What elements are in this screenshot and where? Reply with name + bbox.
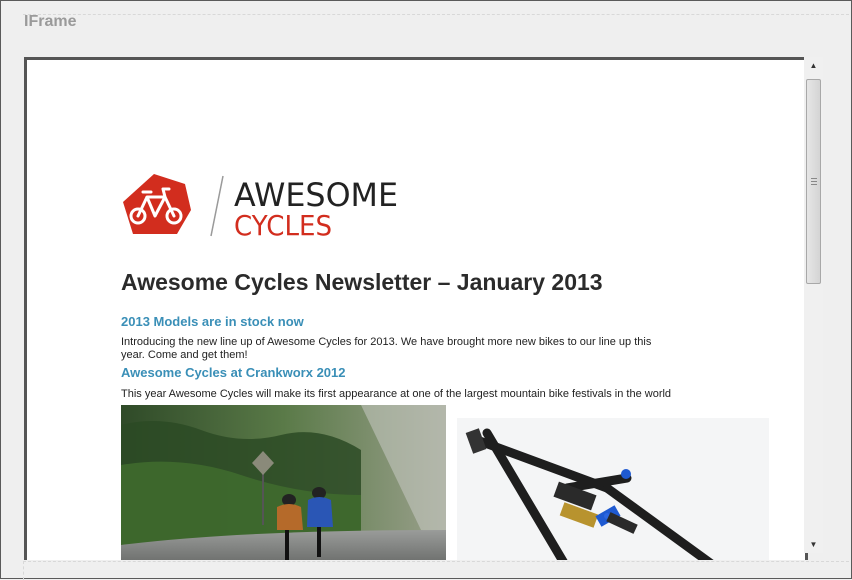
bike-frame-photo — [457, 418, 769, 560]
brand-logo: AWESOME CYCLES — [121, 172, 411, 242]
grip-icon — [811, 178, 817, 187]
panel-divider-bottom — [23, 561, 849, 562]
cyclists-road-photo — [121, 405, 446, 560]
section-text-crankworx: This year Awesome Cycles will make its f… — [121, 388, 672, 400]
section-text-models: Introducing the new line up of Awesome C… — [121, 336, 651, 362]
logo-text-cycles: CYCLES — [234, 209, 332, 242]
section-text-models-line2: year. Come and get them! — [121, 349, 248, 361]
panel-divider-left — [23, 561, 24, 580]
iframe-scrollbar[interactable]: ▲ ▼ — [804, 57, 823, 553]
section-heading-models[interactable]: 2013 Models are in stock now — [121, 314, 304, 329]
iframe-viewport[interactable]: AWESOME CYCLES Awesome Cycles Newsletter… — [24, 57, 808, 560]
newsletter-title: Awesome Cycles Newsletter – January 2013 — [121, 269, 603, 295]
panel-divider-top — [23, 14, 849, 15]
section-text-models-line1: Introducing the new line up of Awesome C… — [121, 336, 652, 348]
scroll-down-arrow-icon[interactable]: ▼ — [804, 536, 823, 553]
panel-container: IFrame AWESOME CYCLES Awesome Cycles New… — [0, 0, 852, 580]
panel-title: IFrame — [24, 13, 77, 30]
scroll-up-arrow-icon[interactable]: ▲ — [804, 57, 823, 74]
scrollbar-thumb[interactable] — [806, 79, 821, 284]
section-heading-crankworx[interactable]: Awesome Cycles at Crankworx 2012 — [121, 365, 346, 380]
brand-logo-graphic: AWESOME CYCLES — [123, 174, 398, 242]
